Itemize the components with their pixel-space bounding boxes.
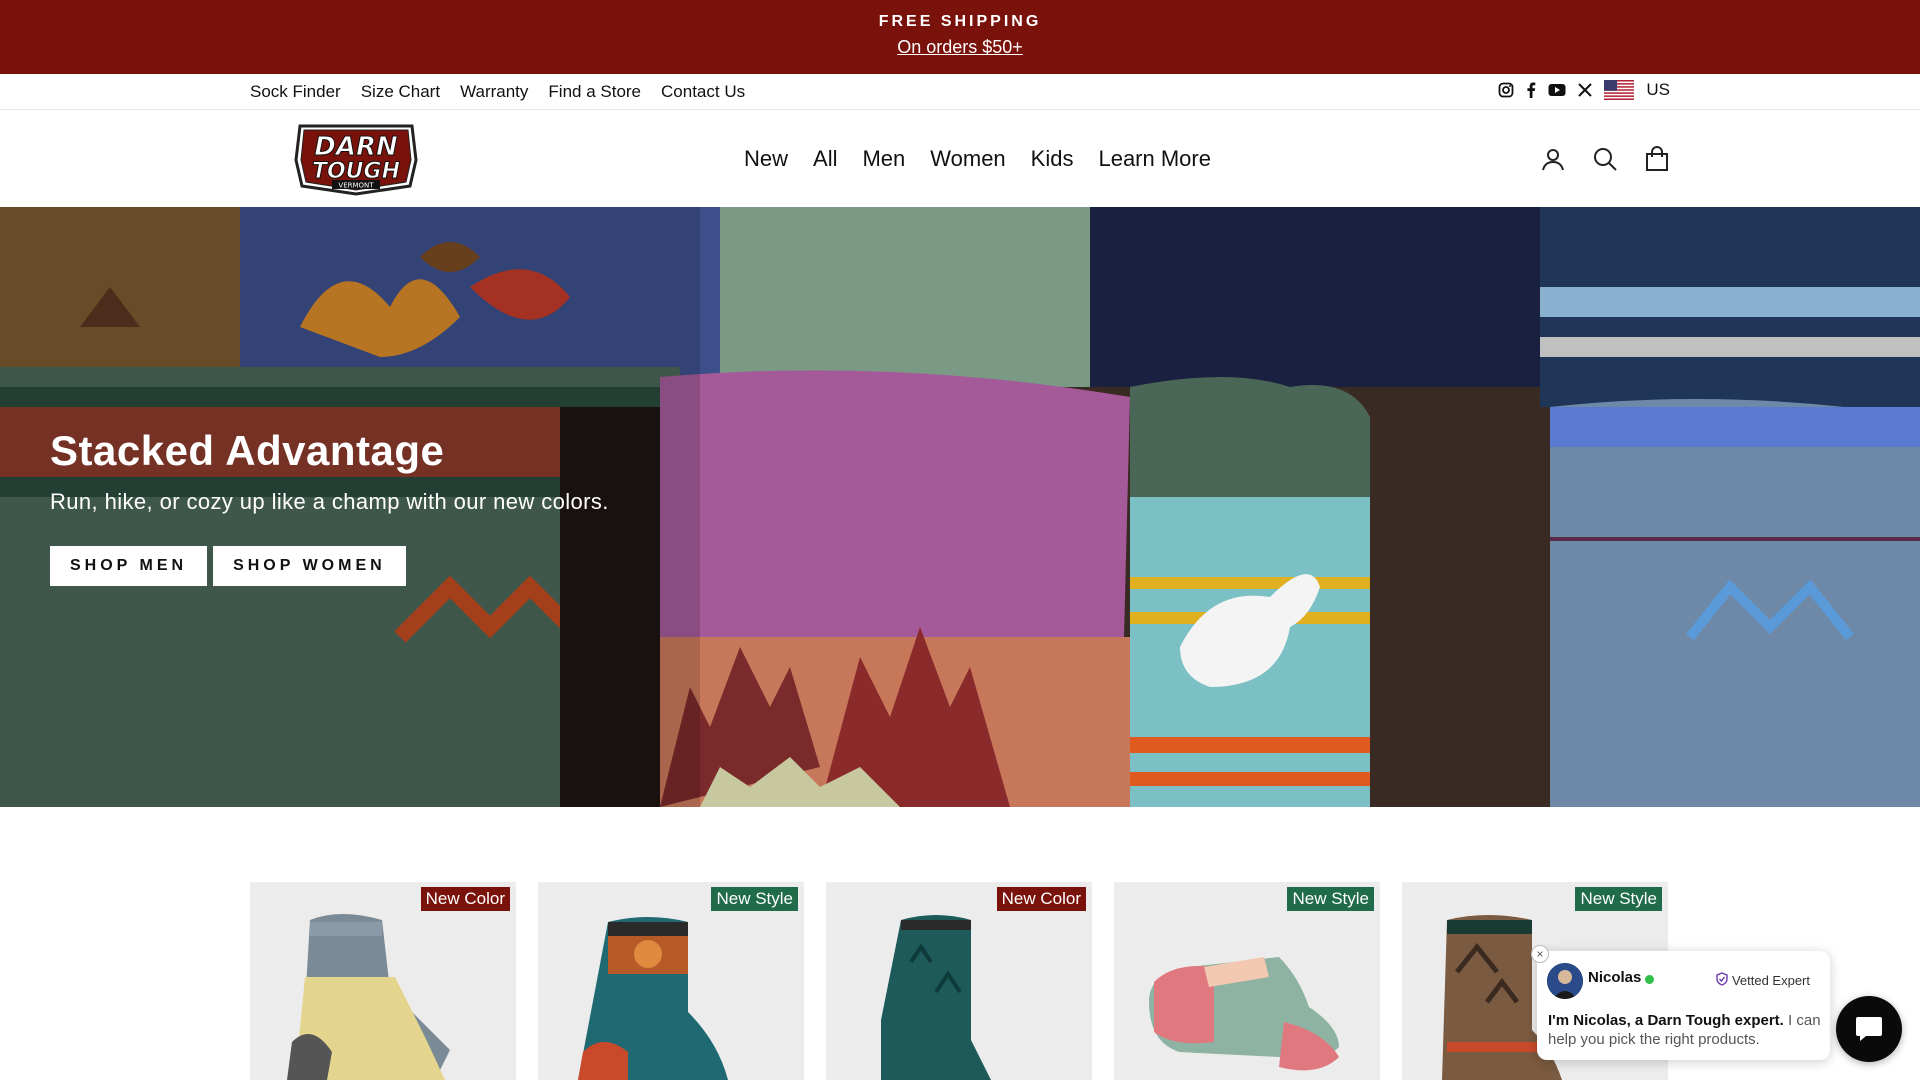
- product-badge: New Style: [711, 887, 798, 911]
- shop-men-button[interactable]: SHOP MEN: [50, 546, 208, 586]
- announcement-bar: FREE SHIPPING On orders $50+: [0, 0, 1920, 74]
- us-flag-icon[interactable]: [1604, 80, 1635, 100]
- chat-message: I'm Nicolas, a Darn Tough expert. I can …: [1548, 1011, 1823, 1049]
- utility-bar: Sock Finder Size Chart Warranty Find a S…: [0, 74, 1920, 110]
- x-icon[interactable]: [1578, 83, 1593, 97]
- nav-all[interactable]: All: [813, 146, 837, 172]
- shop-women-button[interactable]: SHOP WOMEN: [213, 546, 406, 586]
- expert-avatar: [1547, 963, 1583, 999]
- product-card[interactable]: New Style: [538, 882, 804, 1080]
- product-badge: New Color: [420, 887, 510, 911]
- product-image-sock: [578, 917, 728, 1080]
- utility-link-size-chart[interactable]: Size Chart: [361, 82, 440, 102]
- announcement-title: FREE SHIPPING: [878, 13, 1042, 30]
- nav-kids[interactable]: Kids: [1031, 146, 1074, 172]
- svg-text:VERMONT: VERMONT: [338, 182, 374, 190]
- expert-name: Nicolas: [1588, 969, 1642, 986]
- chat-message-bold: I'm Nicolas, a Darn Tough expert.: [1548, 1012, 1784, 1029]
- product-image-sock: [1149, 957, 1339, 1071]
- product-row: New Color New Style New Color New Style: [250, 882, 1668, 1080]
- vetted-expert-label: Vetted Expert: [1731, 973, 1810, 988]
- darn-tough-logo[interactable]: DARN TOUGH VERMONT: [292, 120, 420, 196]
- chat-launcher-button[interactable]: [1836, 996, 1902, 1062]
- region-label[interactable]: US: [1646, 80, 1670, 100]
- hero-banner: Stacked Advantage Run, hike, or cozy up …: [0, 207, 1920, 807]
- nav-men[interactable]: Men: [862, 146, 905, 172]
- product-card[interactable]: New Style: [1114, 882, 1380, 1080]
- utility-link-find-store[interactable]: Find a Store: [548, 82, 641, 102]
- nav-learn-more[interactable]: Learn More: [1098, 146, 1211, 172]
- product-badge: New Style: [1575, 887, 1662, 911]
- cart-icon[interactable]: [1644, 146, 1670, 177]
- site-header: DARN TOUGH VERMONT New All Men Women Kid…: [0, 110, 1920, 207]
- svg-text:DARN: DARN: [314, 132, 398, 162]
- facebook-icon[interactable]: [1526, 82, 1536, 98]
- account-icon[interactable]: [1540, 146, 1566, 177]
- shield-check-icon: [1716, 972, 1728, 989]
- product-image-sock: [287, 914, 450, 1080]
- nav-new[interactable]: New: [744, 146, 788, 172]
- utility-link-sock-finder[interactable]: Sock Finder: [250, 82, 341, 102]
- nav-women[interactable]: Women: [930, 146, 1005, 172]
- product-badge: New Color: [996, 887, 1086, 911]
- instagram-icon[interactable]: [1498, 82, 1514, 98]
- utility-link-contact[interactable]: Contact Us: [661, 82, 745, 102]
- chat-close-button[interactable]: ×: [1531, 945, 1549, 963]
- product-badge: New Style: [1287, 887, 1374, 911]
- product-image-sock: [881, 915, 991, 1080]
- product-card[interactable]: New Color: [826, 882, 1092, 1080]
- utility-link-warranty[interactable]: Warranty: [460, 82, 528, 102]
- announcement-link[interactable]: On orders $50+: [897, 37, 1023, 57]
- search-icon[interactable]: [1592, 146, 1618, 177]
- hero-title: Stacked Advantage: [50, 427, 445, 474]
- online-status-dot: [1645, 975, 1654, 984]
- hero-subtitle: Run, hike, or cozy up like a champ with …: [50, 489, 609, 514]
- product-card[interactable]: New Color: [250, 882, 516, 1080]
- chat-popup[interactable]: × Nicolas Vetted Expert I'm Nicolas, a D…: [1531, 945, 1830, 1060]
- youtube-icon[interactable]: [1548, 83, 1566, 97]
- chat-bubble-icon: [1856, 1017, 1882, 1041]
